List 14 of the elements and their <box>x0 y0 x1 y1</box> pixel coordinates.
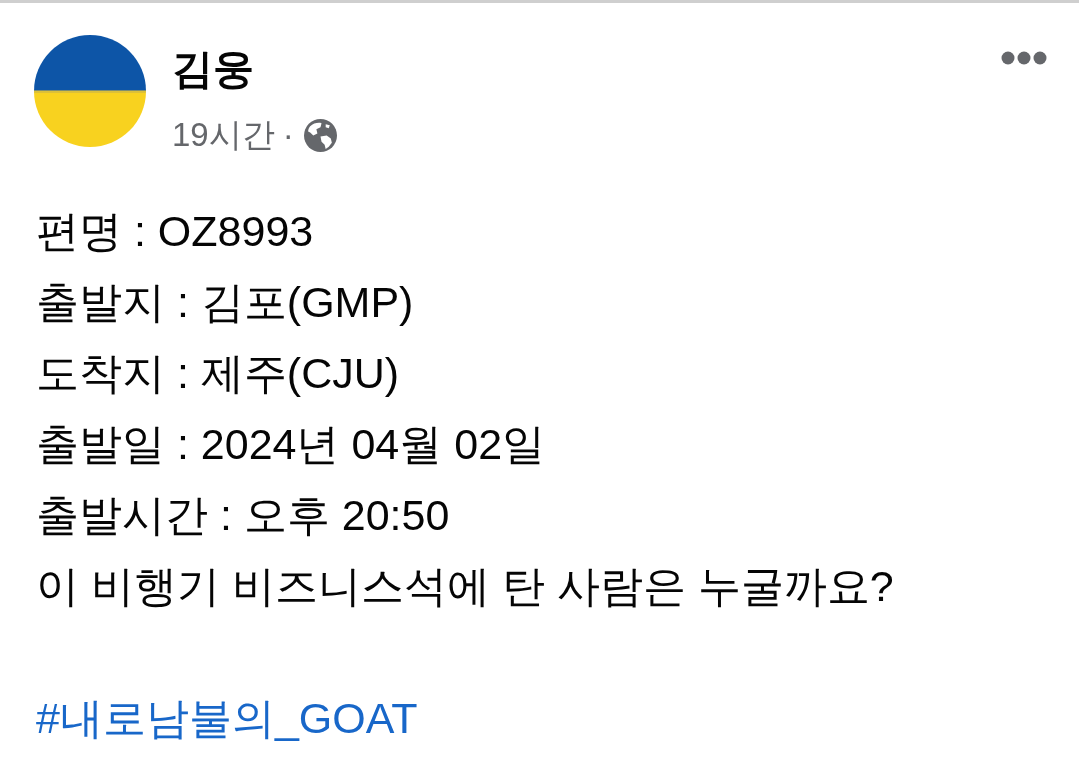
post-time[interactable]: 19시간 <box>172 115 275 155</box>
flag-avatar-icon[interactable] <box>34 35 146 147</box>
post-text-line: 편명 : OZ8993 <box>36 206 315 257</box>
separator-dot: · <box>282 115 294 155</box>
post-text-line: 출발일 : 2024년 04월 02일 <box>36 419 547 470</box>
globe-icon[interactable] <box>303 118 337 152</box>
post-text-line: 이 비행기 비즈니스석에 탄 사람은 누굴까요? <box>36 561 895 612</box>
post-text-line: 출발지 : 김포(GMP) <box>36 277 415 328</box>
more-options-button[interactable] <box>1001 51 1047 65</box>
hashtag-link[interactable]: #내로남불의_GOAT <box>36 683 418 754</box>
author-name[interactable]: 김웅 <box>172 41 337 97</box>
post-text-line: 도착지 : 제주(CJU) <box>36 348 401 399</box>
post-text-line: 출발시간 : 오후 20:50 <box>36 490 451 541</box>
more-options-icon <box>1001 51 1047 65</box>
